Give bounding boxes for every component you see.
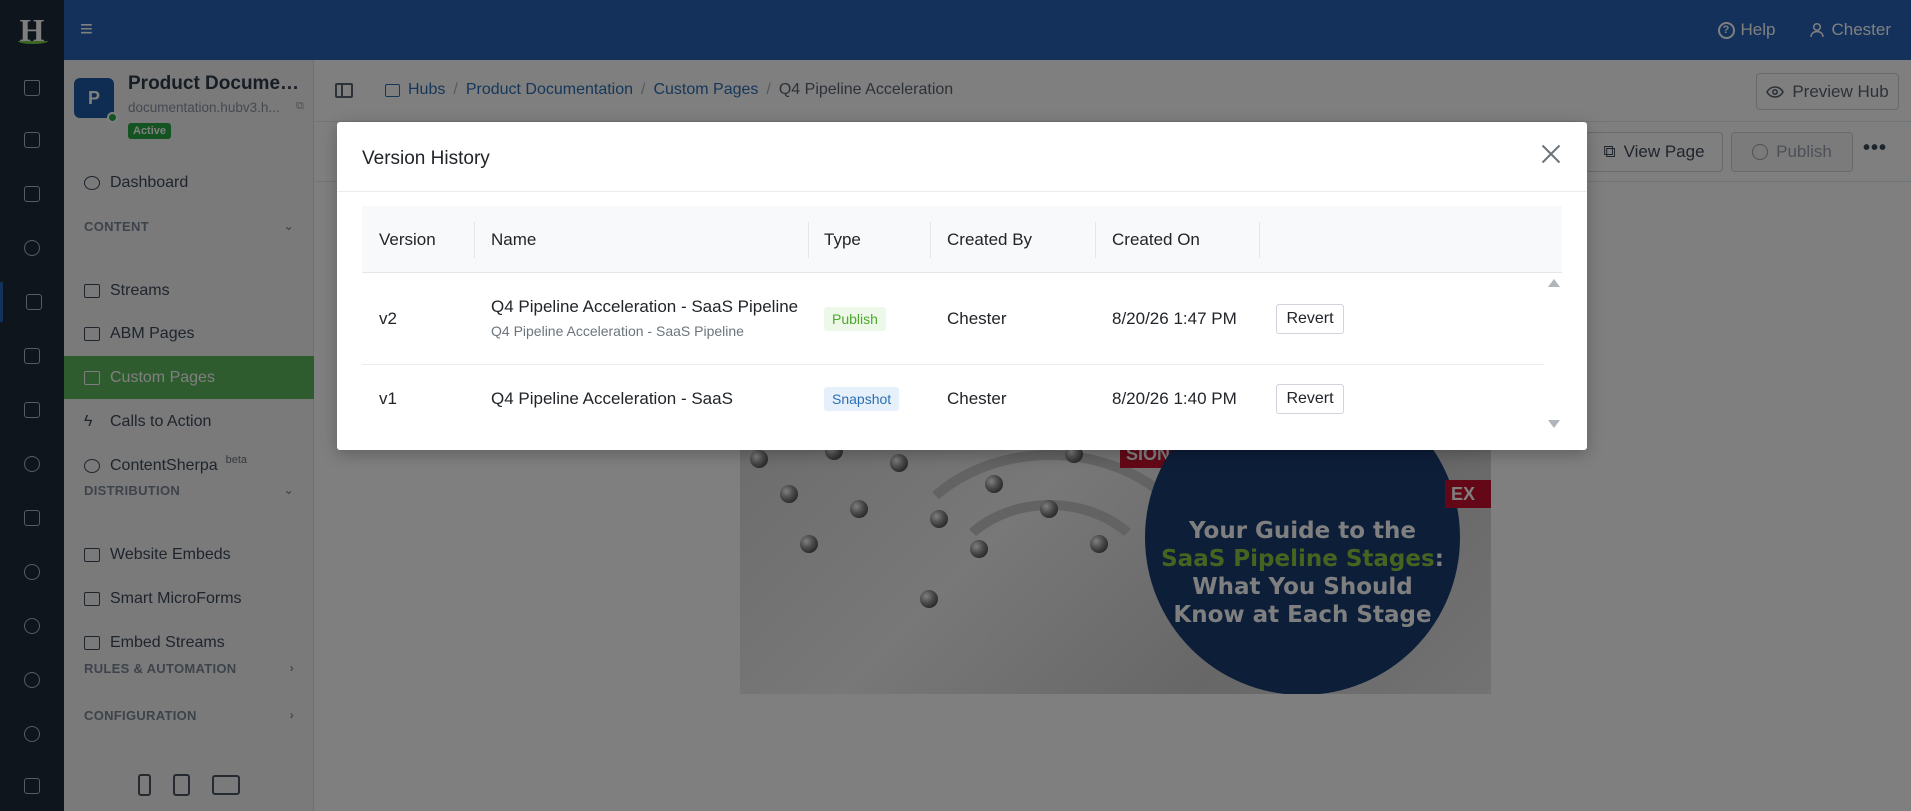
column-divider — [1095, 222, 1096, 258]
created-on-cell: 8/20/26 1:40 PM — [1112, 389, 1237, 408]
modal-header: Version History — [337, 122, 1587, 192]
name-cell: Q4 Pipeline Acceleration - SaaS — [491, 389, 733, 408]
version-cell: v1 — [379, 389, 397, 408]
table-row: v1 Q4 Pipeline Acceleration - SaaS Snaps… — [362, 365, 1544, 436]
column-divider — [808, 222, 809, 258]
version-table: Version Name Type Created By Created On … — [362, 206, 1562, 436]
table-row: v2 Q4 Pipeline Acceleration - SaaS Pipel… — [362, 273, 1544, 365]
column-divider — [1259, 222, 1260, 258]
revert-button[interactable]: Revert — [1276, 384, 1344, 414]
column-header-name[interactable]: Name — [491, 206, 536, 273]
table-scrollbar[interactable] — [1544, 273, 1562, 436]
column-header-created-on[interactable]: Created On — [1112, 206, 1200, 273]
column-header-created-by[interactable]: Created By — [947, 206, 1032, 273]
column-header-type[interactable]: Type — [824, 206, 861, 273]
column-header-version[interactable]: Version — [379, 206, 436, 273]
type-badge-snapshot: Snapshot — [824, 387, 900, 411]
column-divider — [474, 222, 475, 258]
close-icon[interactable] — [1539, 142, 1563, 166]
created-by-cell: Chester — [947, 389, 1007, 408]
column-divider — [930, 222, 931, 258]
scroll-down-arrow[interactable] — [1548, 420, 1560, 428]
name-cell: Q4 Pipeline Acceleration - SaaS Pipeline — [491, 297, 799, 316]
created-by-cell: Chester — [947, 309, 1007, 328]
type-badge-publish: Publish — [824, 307, 886, 331]
name-subtitle: Q4 Pipeline Acceleration - SaaS Pipeline — [491, 323, 744, 339]
created-on-cell: 8/20/26 1:47 PM — [1112, 309, 1237, 328]
scroll-up-arrow[interactable] — [1548, 279, 1560, 287]
version-history-modal: Version History Version Name Type Create… — [337, 122, 1587, 450]
modal-title: Version History — [362, 148, 490, 169]
revert-button[interactable]: Revert — [1276, 304, 1344, 334]
table-header: Version Name Type Created By Created On — [362, 206, 1562, 273]
version-cell: v2 — [379, 309, 397, 328]
